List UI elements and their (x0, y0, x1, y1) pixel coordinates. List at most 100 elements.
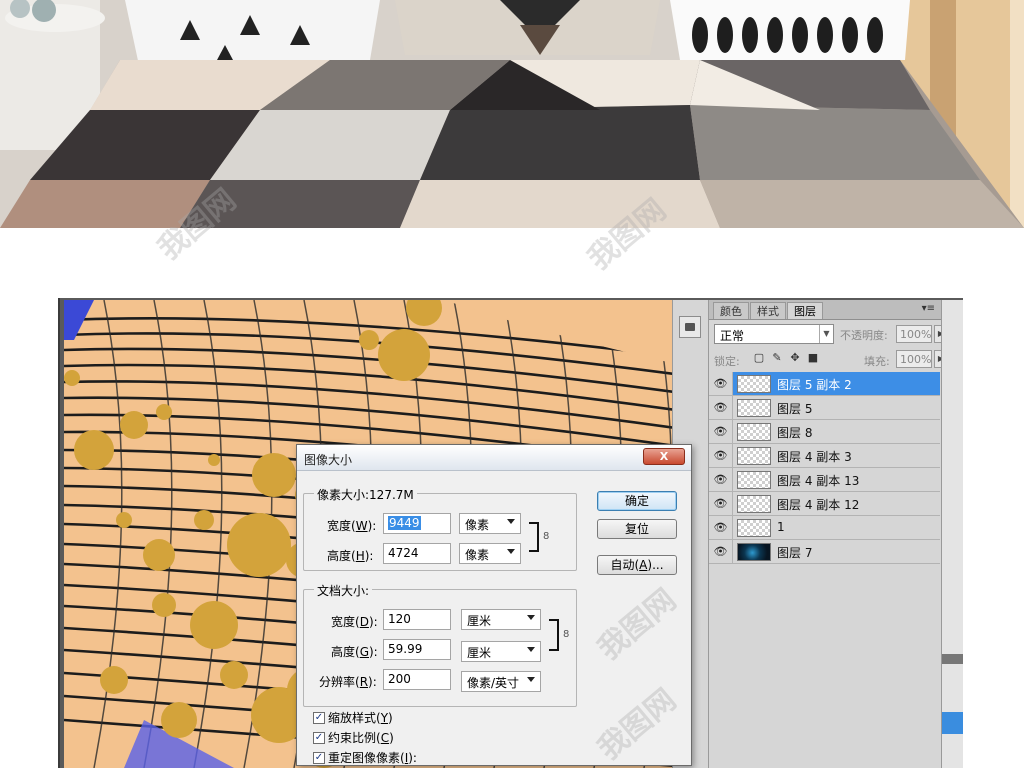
constrain-proportions-label: 约束比例(C) (328, 731, 394, 745)
chain-link-icon: 8 (563, 629, 570, 640)
eye-icon[interactable]: 👁 (709, 372, 733, 395)
opacity-label: 不透明度: (840, 329, 888, 342)
dialog-title: 图像大小 (304, 453, 353, 467)
chevron-down-icon (507, 549, 515, 554)
eye-icon[interactable]: 👁 (709, 396, 733, 419)
fill-label: 填充: (864, 355, 890, 368)
right-dock-column (941, 300, 963, 768)
resolution-label: 分辨率(R): (319, 675, 377, 689)
dock-divider (942, 654, 963, 664)
layer-thumbnail (737, 423, 771, 441)
layer-row[interactable]: 👁 图层 5 副本 2 (709, 372, 940, 396)
blend-mode-value: 正常 (720, 329, 745, 343)
panel-menu-icon[interactable]: ▾≡ (922, 303, 935, 314)
layer-row[interactable]: 👁 图层 8 (709, 420, 940, 444)
eye-icon[interactable]: 👁 (709, 540, 733, 563)
layers-list: 👁 图层 5 副本 2 👁 图层 5 👁 图层 8 👁 图层 4 副本 3 👁 … (709, 372, 940, 564)
scale-styles-checkbox[interactable]: ✓ 缩放样式(Y) (313, 709, 393, 726)
ok-button[interactable]: 确定 (597, 491, 677, 511)
layer-name: 图层 5 (777, 402, 813, 416)
blend-row: 正常 ▼ 不透明度: 100% ▶ (714, 324, 948, 346)
blend-mode-select[interactable]: 正常 ▼ (714, 324, 834, 344)
check-icon: ✓ (313, 711, 325, 724)
eye-icon[interactable]: 👁 (709, 492, 733, 515)
layer-row[interactable]: 👁 图层 4 副本 12 (709, 492, 940, 516)
layer-thumbnail (737, 375, 771, 393)
layer-thumbnail (737, 543, 771, 561)
layer-name: 图层 8 (777, 426, 813, 440)
doc-width-input[interactable]: 120 (383, 609, 451, 630)
layer-thumbnail (737, 447, 771, 465)
check-icon: ✓ (313, 731, 325, 744)
layer-row[interactable]: 👁 图层 7 (709, 540, 940, 564)
chevron-down-icon (527, 615, 535, 620)
eye-icon[interactable]: 👁 (709, 468, 733, 491)
dialog-titlebar: 图像大小 X (297, 445, 691, 471)
doc-height-unit-select[interactable]: 厘米 (461, 641, 541, 662)
bedroom-photo (0, 0, 1024, 228)
doc-width-label: 宽度(D): (331, 615, 378, 629)
tab-color[interactable]: 颜色 (713, 302, 749, 319)
doc-height-label: 高度(G): (331, 645, 378, 659)
layer-row[interactable]: 👁 图层 5 (709, 396, 940, 420)
resample-image-checkbox[interactable]: ✓ 重定图像像素(I): (313, 749, 417, 766)
lock-paint-icon[interactable]: ✎ (770, 351, 784, 364)
resolution-input[interactable]: 200 (383, 669, 451, 690)
resample-image-label: 重定图像像素(I): (328, 751, 417, 765)
fill-input[interactable]: 100% (896, 350, 932, 368)
document-size-legend: 文档大小: (314, 582, 373, 599)
pixel-width-unit-select[interactable]: 像素 (459, 513, 521, 534)
chevron-down-icon (527, 677, 535, 682)
pixel-height-input[interactable]: 4724 (383, 543, 451, 564)
layer-name: 1 (777, 520, 785, 534)
panel-tabs: 颜色 样式 图层 ▾≡ (709, 300, 941, 320)
pixel-height-label: 高度(H): (327, 549, 374, 563)
layer-thumbnail (737, 495, 771, 513)
auto-button[interactable]: 自动(A)... (597, 555, 677, 575)
page: 颜色 样式 图层 ▾≡ 正常 ▼ 不透明度: 100% ▶ 锁定: ▢ ✎ (0, 0, 1024, 768)
doc-height-input[interactable]: 59.99 (383, 639, 451, 660)
chain-link-icon: 8 (543, 531, 550, 542)
pixel-width-label: 宽度(W): (327, 519, 377, 533)
layer-thumbnail (737, 399, 771, 417)
lock-row: 锁定: ▢ ✎ ✥ ■ 填充: 100% ▶ (714, 350, 948, 370)
tab-styles[interactable]: 样式 (750, 302, 786, 319)
layer-name: 图层 4 副本 3 (777, 450, 852, 464)
lock-transparency-icon[interactable]: ▢ (752, 351, 766, 364)
layer-row[interactable]: 👁 1 (709, 516, 940, 540)
chevron-down-icon (507, 519, 515, 524)
tab-layers[interactable]: 图层 (787, 302, 823, 319)
constrain-link-bracket (529, 522, 539, 552)
layers-panel: 颜色 样式 图层 ▾≡ 正常 ▼ 不透明度: 100% ▶ 锁定: ▢ ✎ (708, 300, 948, 768)
check-icon: ✓ (313, 751, 325, 764)
layer-name: 图层 4 副本 13 (777, 474, 860, 488)
dock-selected-item[interactable] (942, 712, 963, 734)
image-size-dialog: 图像大小 X 像素大小:127.7M 宽度(W): 9449 像素 高度(H):… (296, 444, 692, 766)
constrain-proportions-checkbox[interactable]: ✓ 约束比例(C) (313, 729, 394, 746)
layer-name: 图层 7 (777, 546, 813, 560)
pixel-dimensions-legend: 像素大小:127.7M (314, 486, 417, 503)
eye-icon[interactable]: 👁 (709, 444, 733, 467)
layer-name: 图层 4 副本 12 (777, 498, 860, 512)
eye-icon[interactable]: 👁 (709, 516, 733, 539)
layer-row[interactable]: 👁 图层 4 副本 3 (709, 444, 940, 468)
lock-label: 锁定: (714, 355, 740, 368)
chevron-down-icon (527, 647, 535, 652)
doc-width-unit-select[interactable]: 厘米 (461, 609, 541, 630)
layer-thumbnail (737, 519, 771, 537)
layer-row[interactable]: 👁 图层 4 副本 13 (709, 468, 940, 492)
panel-toggle-button[interactable] (679, 316, 701, 338)
layer-name: 图层 5 副本 2 (777, 378, 852, 392)
close-button[interactable]: X (643, 448, 685, 465)
lock-move-icon[interactable]: ✥ (788, 351, 802, 364)
lock-all-icon[interactable]: ■ (806, 351, 820, 364)
pixel-width-input[interactable]: 9449 (383, 513, 451, 534)
scale-styles-label: 缩放样式(Y) (328, 711, 393, 725)
reset-button[interactable]: 复位 (597, 519, 677, 539)
chevron-down-icon: ▼ (819, 325, 833, 343)
layer-thumbnail (737, 471, 771, 489)
opacity-input[interactable]: 100% (896, 325, 932, 343)
resolution-unit-select[interactable]: 像素/英寸 (461, 671, 541, 692)
pixel-height-unit-select[interactable]: 像素 (459, 543, 521, 564)
eye-icon[interactable]: 👁 (709, 420, 733, 443)
